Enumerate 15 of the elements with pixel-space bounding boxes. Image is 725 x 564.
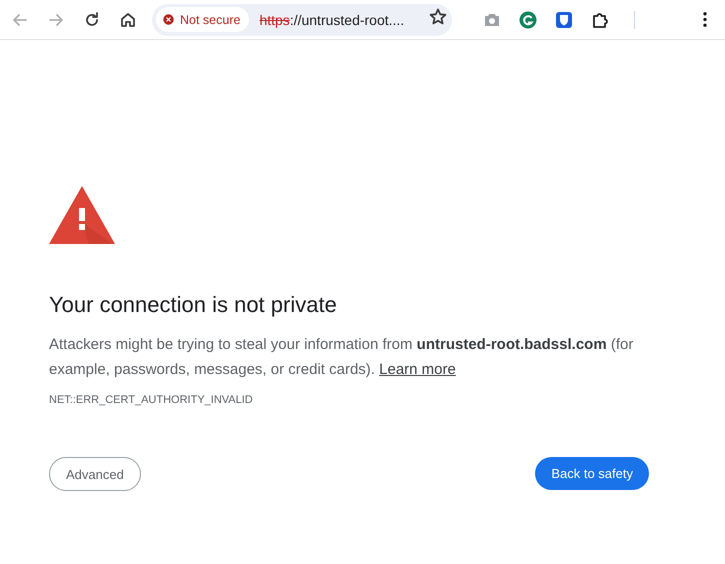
address-bar[interactable]: Not secure https://untrusted-root....: [152, 4, 452, 36]
menu-icon: [703, 12, 707, 27]
warning-icon: [49, 186, 115, 244]
advanced-button[interactable]: Advanced: [49, 457, 141, 491]
learn-more-link[interactable]: Learn more: [379, 361, 456, 378]
warning-message: Attackers might be trying to steal your information from untrusted-root.badssl.com (for example, passwords, messages, or credit cards). Learn more: [49, 335, 634, 380]
page-heading: Your connection is not private: [49, 292, 338, 318]
error-icon: [162, 13, 175, 26]
back-to-safety-button[interactable]: Back to safety: [535, 457, 649, 490]
url-text: https://untrusted-root....: [259, 12, 404, 28]
letter-g-icon: [518, 10, 538, 30]
not-secure-chip[interactable]: Not secure: [156, 7, 250, 32]
star-icon: [428, 7, 448, 27]
error-code: NET::ERR_CERT_AUTHORITY_INVALID: [49, 394, 254, 406]
shield-icon: [554, 10, 574, 30]
